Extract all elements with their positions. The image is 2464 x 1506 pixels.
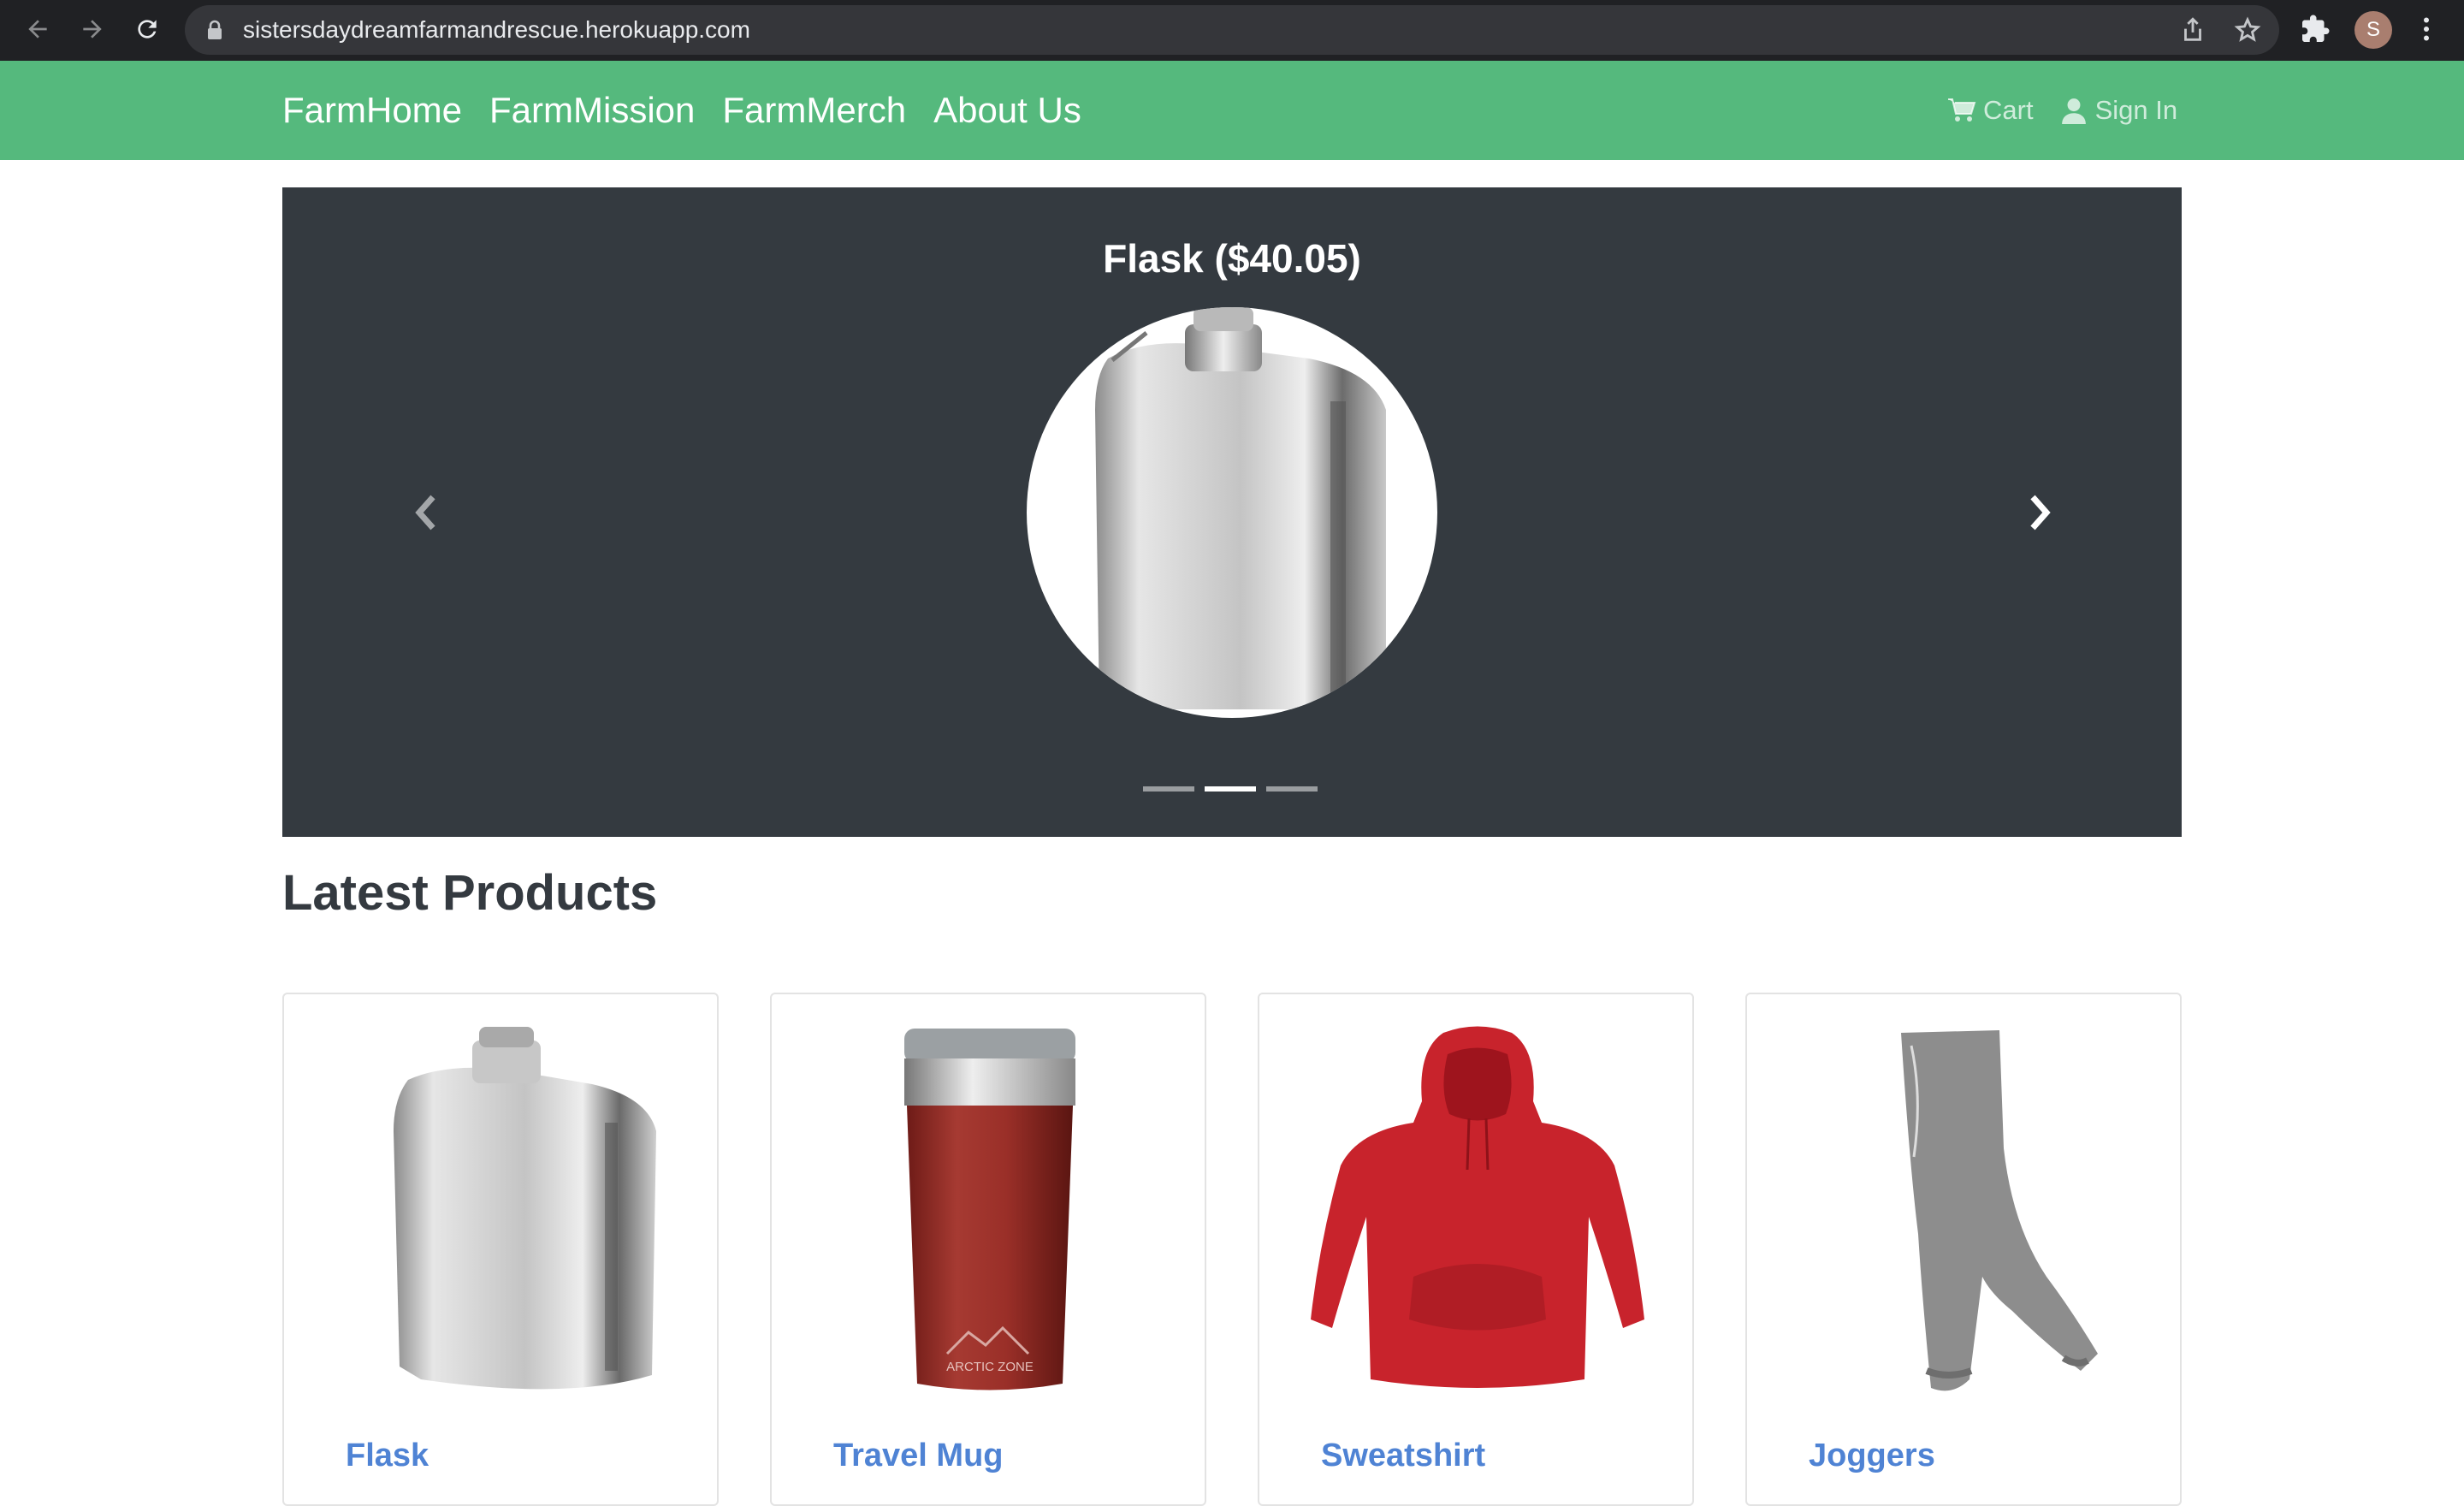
cart-label: Cart	[1983, 95, 2034, 125]
nav-link-about-us[interactable]: About Us	[933, 90, 1081, 131]
product-name[interactable]: Sweatshirt	[1321, 1438, 1485, 1474]
product-name[interactable]: Flask	[346, 1438, 429, 1474]
carousel-indicator-2[interactable]	[1205, 786, 1256, 792]
product-name[interactable]: Travel Mug	[833, 1438, 1004, 1474]
product-image[interactable]	[1285, 1020, 1670, 1405]
carousel-indicator-3[interactable]	[1266, 786, 1318, 792]
section-heading: Latest Products	[282, 865, 658, 921]
user-icon	[2061, 98, 2086, 124]
nav-link-farmmerch[interactable]: FarmMerch	[722, 90, 906, 131]
carousel-indicators	[1143, 786, 1318, 792]
mug-print: ARCTIC ZONE	[946, 1360, 1034, 1374]
product-image[interactable]	[310, 1020, 695, 1405]
signin-link[interactable]: Sign In	[2059, 95, 2178, 126]
star-icon[interactable]	[2233, 15, 2262, 44]
arrow-right-icon	[83, 20, 102, 39]
nav-link-farmmission[interactable]: FarmMission	[489, 90, 695, 131]
product-card-sweatshirt[interactable]: Sweatshirt	[1258, 993, 1694, 1506]
site-navbar: FarmHome FarmMission FarmMerch About Us …	[0, 61, 2464, 160]
main-nav: FarmHome FarmMission FarmMerch About Us	[282, 61, 1081, 160]
carousel-product-image[interactable]	[1027, 307, 1437, 718]
nav-link-farmhome[interactable]: FarmHome	[282, 90, 462, 131]
flask-image	[394, 1027, 656, 1390]
product-card-joggers[interactable]: Joggers	[1745, 993, 2182, 1506]
lock-icon	[208, 20, 222, 39]
more-vert-icon[interactable]	[2411, 14, 2442, 44]
back-button[interactable]	[19, 10, 56, 48]
arrow-left-icon	[28, 20, 47, 39]
travel-mug-image: ARCTIC ZONE	[904, 1029, 1075, 1390]
carousel-next-icon[interactable]	[2023, 492, 2057, 533]
product-image[interactable]: ARCTIC ZONE	[797, 1020, 1182, 1405]
user-nav: Cart Sign In	[1947, 61, 2177, 160]
product-carousel: Flask ($40.05)	[282, 187, 2182, 837]
reload-icon	[138, 20, 157, 39]
address-bar[interactable]: sistersdaydreamfarmandrescue.herokuapp.c…	[185, 5, 2279, 55]
profile-avatar[interactable]: S	[2354, 11, 2392, 49]
signin-label: Sign In	[2094, 95, 2178, 125]
product-card-flask[interactable]: Flask	[282, 993, 719, 1506]
carousel-prev-icon[interactable]	[409, 492, 443, 533]
extensions-icon[interactable]	[2300, 14, 2331, 44]
url-text: sistersdaydreamfarmandrescue.herokuapp.c…	[243, 16, 750, 43]
product-name[interactable]: Joggers	[1809, 1438, 1935, 1474]
flask-image	[1095, 307, 1386, 709]
product-card-travel-mug[interactable]: ARCTIC ZONE Travel Mug	[770, 993, 1206, 1506]
share-icon[interactable]	[2178, 15, 2207, 44]
forward-button[interactable]	[74, 10, 111, 48]
joggers-image	[1901, 1030, 2098, 1391]
carousel-indicator-1[interactable]	[1143, 786, 1194, 792]
browser-toolbar: sistersdaydreamfarmandrescue.herokuapp.c…	[0, 0, 2464, 61]
reload-button[interactable]	[128, 10, 166, 48]
sweatshirt-image	[1311, 1026, 1644, 1388]
cart-link[interactable]: Cart	[1947, 95, 2034, 126]
product-image[interactable]	[1773, 1020, 2158, 1405]
cart-icon	[1948, 98, 1976, 122]
carousel-caption: Flask ($40.05)	[1103, 236, 1361, 281]
